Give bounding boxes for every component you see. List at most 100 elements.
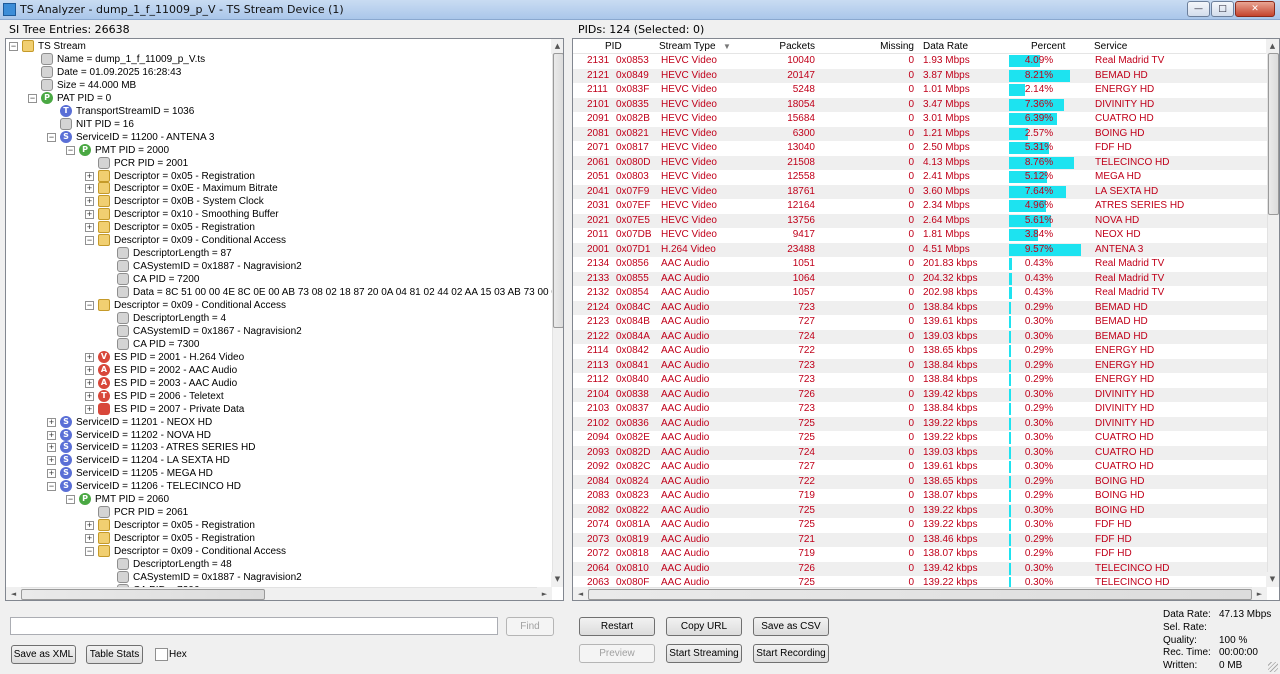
tree-node[interactable]: CASystemID = 0x1887 - Nagravision2 xyxy=(6,570,552,584)
tree-node[interactable]: + T ES PID = 2006 - Teletext xyxy=(6,389,552,403)
expand-icon[interactable]: + xyxy=(85,521,94,531)
tree-node[interactable]: − Descriptor = 0x09 - Conditional Access xyxy=(6,545,552,558)
table-row[interactable]: 2063 0x080F AAC Audio 725 0 139.22 kbps 0.30% T… xyxy=(573,576,1267,587)
collapse-icon[interactable]: − xyxy=(47,132,56,142)
table-row[interactable]: 2113 0x0841 AAC Audio 723 0 138.84 kbps 0.29% E… xyxy=(573,358,1267,373)
expand-icon[interactable]: + xyxy=(85,378,94,388)
table-row[interactable]: 2093 0x082D AAC Audio 724 0 139.03 kbps 0.30% C… xyxy=(573,445,1267,460)
find-button[interactable]: Find xyxy=(506,617,554,636)
table-row[interactable]: 2051 0x0803 HEVC Video 12558 0 2.41 Mbps 5.12%… xyxy=(573,170,1267,185)
tree-node[interactable]: − P PMT PID = 2000 xyxy=(6,143,552,157)
tree-node[interactable]: + S ServiceID = 11202 - NOVA HD xyxy=(6,428,552,442)
table-row[interactable]: 2041 0x07F9 HEVC Video 18761 0 3.60 Mbps 7.64%… xyxy=(573,184,1267,199)
expand-icon[interactable]: + xyxy=(85,197,94,207)
table-row[interactable]: 2011 0x07DB HEVC Video 9417 0 1.81 Mbps 3.84% N… xyxy=(573,228,1267,243)
col-header-service[interactable]: Service xyxy=(1094,40,1127,53)
expand-icon[interactable]: + xyxy=(47,417,56,427)
expand-icon[interactable]: + xyxy=(47,456,56,466)
find-input[interactable] xyxy=(10,617,498,635)
table-row[interactable]: 2081 0x0821 HEVC Video 6300 0 1.21 Mbps 2.57% B… xyxy=(573,126,1267,141)
restart-button[interactable]: Restart xyxy=(579,617,655,636)
start-streaming-button[interactable]: Start Streaming xyxy=(666,644,742,663)
table-row[interactable]: 2134 0x0856 AAC Audio 1051 0 201.83 kbps 0.43%… xyxy=(573,257,1267,272)
close-button[interactable]: ✕ xyxy=(1235,1,1275,17)
table-row[interactable]: 2103 0x0837 AAC Audio 723 0 138.84 kbps 0.29% D… xyxy=(573,402,1267,417)
collapse-icon[interactable]: − xyxy=(28,93,37,103)
tree-node[interactable]: + A ES PID = 2002 - AAC Audio xyxy=(6,363,552,377)
table-row[interactable]: 2001 0x07D1 H.264 Video 23488 0 4.51 Mbps 9.57… xyxy=(573,242,1267,257)
tree-node[interactable]: + S ServiceID = 11204 - LA SEXTA HD xyxy=(6,454,552,467)
tree-node[interactable]: − Descriptor = 0x09 - Conditional Access xyxy=(6,234,552,247)
minimize-button[interactable]: — xyxy=(1187,1,1210,17)
table-row[interactable]: 2114 0x0842 AAC Audio 722 0 138.65 kbps 0.29% E… xyxy=(573,344,1267,359)
table-row[interactable]: 2122 0x084A AAC Audio 724 0 139.03 kbps 0.30% B… xyxy=(573,329,1267,344)
expand-icon[interactable]: + xyxy=(47,443,56,453)
expand-icon[interactable]: + xyxy=(47,430,56,440)
table-row[interactable]: 2092 0x082C AAC Audio 727 0 139.61 kbps 0.30% C… xyxy=(573,460,1267,475)
table-row[interactable]: 2073 0x0819 AAC Audio 721 0 138.46 kbps 0.29% F… xyxy=(573,532,1267,547)
expand-icon[interactable]: + xyxy=(85,171,94,181)
tree-node[interactable]: − P PMT PID = 2060 xyxy=(6,493,552,506)
table-row[interactable]: 2133 0x0855 AAC Audio 1064 0 204.32 kbps 0.43%… xyxy=(573,271,1267,286)
scroll-down-arrow-icon[interactable]: ▼ xyxy=(551,572,563,587)
table-row[interactable]: 2061 0x080D HEVC Video 21508 0 4.13 Mbps 8.76%… xyxy=(573,155,1267,170)
table-row[interactable]: 2094 0x082E AAC Audio 725 0 139.22 kbps 0.30% C… xyxy=(573,431,1267,446)
collapse-icon[interactable]: − xyxy=(66,495,75,505)
table-stats-button[interactable]: Table Stats xyxy=(86,645,143,664)
table-vertical-scrollbar[interactable]: ▲ ▼ xyxy=(1266,39,1279,587)
table-row[interactable]: 2123 0x084B AAC Audio 727 0 139.61 kbps 0.30% B… xyxy=(573,315,1267,330)
tree-node[interactable]: DescriptorLength = 4 xyxy=(6,311,552,325)
maximize-button[interactable]: □ xyxy=(1211,1,1234,17)
collapse-icon[interactable]: − xyxy=(85,547,94,557)
tree-node[interactable]: + S ServiceID = 11205 - MEGA HD xyxy=(6,467,552,480)
table-row[interactable]: 2124 0x084C AAC Audio 723 0 138.84 kbps 0.29% B… xyxy=(573,300,1267,315)
tree-horizontal-scrollbar[interactable]: ◄ ► xyxy=(6,587,552,600)
tree-node[interactable]: + ES PID = 2007 - Private Data xyxy=(6,402,552,416)
tree-node[interactable]: CA PID = 7200 xyxy=(6,273,552,286)
tree-node[interactable]: + A ES PID = 2003 - AAC Audio xyxy=(6,376,552,390)
tree-node[interactable]: + Descriptor = 0x10 - Smoothing Buffer xyxy=(6,208,552,221)
table-row[interactable]: 2082 0x0822 AAC Audio 725 0 139.22 kbps 0.30% B… xyxy=(573,503,1267,518)
collapse-icon[interactable]: − xyxy=(9,42,18,51)
tree-node[interactable]: + Descriptor = 0x05 - Registration xyxy=(6,221,552,234)
tree-node[interactable]: − TS Stream xyxy=(6,40,552,53)
table-hscroll-thumb[interactable] xyxy=(588,589,1252,600)
tree-node[interactable]: PCR PID = 2061 xyxy=(6,506,552,519)
tree-node[interactable]: DescriptorLength = 48 xyxy=(6,558,552,571)
col-header-percent[interactable]: Percent xyxy=(1031,40,1065,53)
tree-node[interactable]: Data = 8C 51 00 00 4E 8C 0E 00 AB 73 08 … xyxy=(6,286,552,299)
tree-node[interactable]: + S ServiceID = 11201 - NEOX HD xyxy=(6,415,552,429)
tree-node[interactable]: − S ServiceID = 11206 - TELECINCO HD xyxy=(6,480,552,493)
expand-icon[interactable]: + xyxy=(47,469,56,479)
tree-vscroll-thumb[interactable] xyxy=(553,53,563,328)
scroll-left-arrow-icon[interactable]: ◄ xyxy=(573,587,588,600)
col-header-packets[interactable]: Packets xyxy=(759,40,815,53)
tree-node[interactable]: + V ES PID = 2001 - H.264 Video xyxy=(6,350,552,364)
tree-node[interactable]: + Descriptor = 0x05 - Registration xyxy=(6,519,552,532)
table-row[interactable]: 2021 0x07E5 HEVC Video 13756 0 2.64 Mbps 5.61%… xyxy=(573,213,1267,228)
collapse-icon[interactable]: − xyxy=(47,482,56,492)
tree-node[interactable]: − Descriptor = 0x09 - Conditional Access xyxy=(6,299,552,312)
scroll-right-arrow-icon[interactable]: ► xyxy=(1252,587,1267,600)
col-header-pid[interactable]: PID xyxy=(605,40,622,53)
scroll-up-arrow-icon[interactable]: ▲ xyxy=(1266,39,1279,54)
scroll-right-arrow-icon[interactable]: ► xyxy=(537,587,552,600)
table-row[interactable]: 2132 0x0854 AAC Audio 1057 0 202.98 kbps 0.43%… xyxy=(573,286,1267,301)
col-header-stream-type[interactable]: Stream Type xyxy=(659,40,716,53)
tree-node[interactable]: CASystemID = 0x1887 - Nagravision2 xyxy=(6,260,552,273)
pid-table[interactable]: PID Stream Type ▼ Packets Missing Data R… xyxy=(572,38,1280,601)
collapse-icon[interactable]: − xyxy=(85,301,94,310)
tree-node[interactable]: − P PAT PID = 0 xyxy=(6,91,552,105)
expand-icon[interactable]: + xyxy=(85,534,94,544)
save-as-xml-button[interactable]: Save as XML xyxy=(11,645,76,664)
table-row[interactable]: 2102 0x0836 AAC Audio 725 0 139.22 kbps 0.30% D… xyxy=(573,416,1267,431)
table-row[interactable]: 2121 0x0849 HEVC Video 20147 0 3.87 Mbps 8.21%… xyxy=(573,68,1267,83)
tree-vertical-scrollbar[interactable]: ▲ ▼ xyxy=(551,39,563,587)
table-row[interactable]: 2101 0x0835 HEVC Video 18054 0 3.47 Mbps 7.36%… xyxy=(573,97,1267,112)
table-horizontal-scrollbar[interactable]: ◄ ► xyxy=(573,587,1267,600)
table-row[interactable]: 2111 0x083F HEVC Video 5248 0 1.01 Mbps 2.14% E… xyxy=(573,83,1267,98)
table-row[interactable]: 2084 0x0824 AAC Audio 722 0 138.65 kbps 0.29% B… xyxy=(573,474,1267,489)
collapse-icon[interactable]: − xyxy=(85,236,94,246)
table-row[interactable]: 2112 0x0840 AAC Audio 723 0 138.84 kbps 0.29% E… xyxy=(573,373,1267,388)
tree-node[interactable]: + Descriptor = 0x05 - Registration xyxy=(6,532,552,545)
